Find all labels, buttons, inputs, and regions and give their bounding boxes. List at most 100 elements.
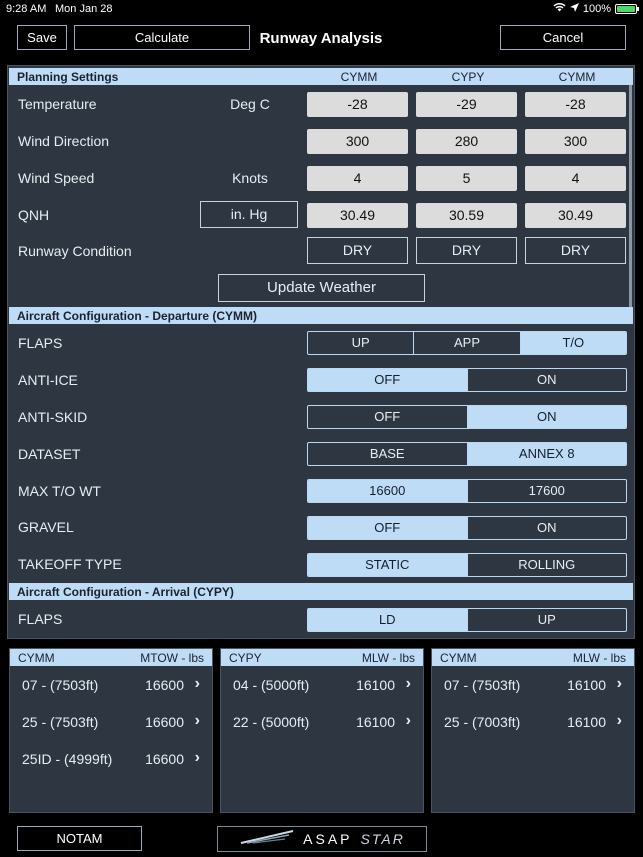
flaps-option-to[interactable]: T/O bbox=[519, 332, 626, 354]
wind-speed-field-2[interactable]: 5 bbox=[416, 166, 517, 191]
section-title: Aircraft Configuration - Departure (CYMM… bbox=[17, 309, 257, 323]
max-to-wt-label: MAX T/O WT bbox=[18, 483, 101, 499]
flaps-label: FLAPS bbox=[18, 335, 63, 351]
max-to-wt-option-16600[interactable]: 16600 bbox=[308, 480, 467, 502]
result-row[interactable]: 25ID - (4999ft) 16600 › bbox=[10, 745, 212, 775]
chevron-right-icon: › bbox=[616, 675, 622, 692]
arrival-flaps-segmented-control: LD UP bbox=[307, 608, 627, 632]
airport-column-1: CYMM bbox=[340, 70, 378, 84]
result-row[interactable]: 22 - (5000ft) 16100 › bbox=[221, 708, 423, 738]
weight-value: 16100 bbox=[356, 677, 395, 693]
settings-panel[interactable]: Planning Settings CYMM CYPY CYMM Tempera… bbox=[7, 65, 635, 639]
arrival-flaps-option-ld[interactable]: LD bbox=[308, 609, 467, 631]
gravel-option-on[interactable]: ON bbox=[466, 517, 627, 539]
airport-column-3: CYMM bbox=[558, 70, 596, 84]
result-row[interactable]: 25 - (7503ft) 16600 › bbox=[10, 708, 212, 738]
temperature-label: Temperature bbox=[18, 96, 97, 112]
result-row[interactable]: 25 - (7003ft) 16100 › bbox=[432, 708, 634, 738]
chevron-right-icon: › bbox=[194, 749, 200, 766]
arrival-flaps-option-up[interactable]: UP bbox=[466, 609, 627, 631]
result-row[interactable]: 07 - (7503ft) 16600 › bbox=[10, 671, 212, 701]
results-metric: MLW - lbs bbox=[361, 651, 415, 665]
wind-direction-field-3[interactable]: 300 bbox=[525, 129, 626, 154]
results-metric: MLW - lbs bbox=[572, 651, 626, 665]
status-time: 9:28 AM bbox=[6, 3, 47, 15]
anti-skid-segmented-control: OFF ON bbox=[307, 405, 627, 429]
status-bar: 9:28 AM Mon Jan 28 100% bbox=[0, 0, 643, 18]
takeoff-type-segmented-control: STATIC ROLLING bbox=[307, 553, 627, 577]
runway-condition-button-3[interactable]: DRY bbox=[525, 237, 626, 264]
result-row[interactable]: 04 - (5000ft) 16100 › bbox=[221, 671, 423, 701]
dataset-segmented-control: BASE ANNEX 8 bbox=[307, 442, 627, 466]
weight-value: 16600 bbox=[145, 677, 184, 693]
results-panel-arrival: CYPY MLW - lbs 04 - (5000ft) 16100 › 22 … bbox=[220, 648, 424, 813]
anti-skid-option-on[interactable]: ON bbox=[466, 406, 626, 428]
runway-condition-button-1[interactable]: DRY bbox=[307, 237, 408, 264]
save-button[interactable]: Save bbox=[17, 25, 67, 50]
qnh-field-2[interactable]: 30.59 bbox=[416, 203, 517, 228]
temperature-field-1[interactable]: -28 bbox=[307, 92, 408, 117]
location-arrow-icon bbox=[569, 2, 579, 15]
calculate-button[interactable]: Calculate bbox=[74, 25, 250, 50]
flaps-option-app[interactable]: APP bbox=[413, 332, 519, 354]
battery-percent: 100% bbox=[582, 2, 611, 15]
flaps-option-up[interactable]: UP bbox=[308, 332, 413, 354]
temperature-field-3[interactable]: -28 bbox=[525, 92, 626, 117]
runway-label: 25ID - (4999ft) bbox=[22, 751, 113, 767]
wind-direction-field-1[interactable]: 300 bbox=[307, 129, 408, 154]
temperature-field-2[interactable]: -29 bbox=[416, 92, 517, 117]
bottom-bar: NOTAM ASAP STAR bbox=[0, 820, 643, 857]
weight-value: 16600 bbox=[145, 714, 184, 730]
anti-skid-option-off[interactable]: OFF bbox=[308, 406, 467, 428]
scrollbar[interactable] bbox=[629, 70, 632, 310]
results-header: CYMM MTOW - lbs bbox=[10, 649, 212, 666]
asap-star-logo: ASAP STAR bbox=[217, 826, 427, 852]
update-weather-button[interactable]: Update Weather bbox=[218, 274, 425, 302]
departure-config-header: Aircraft Configuration - Departure (CYMM… bbox=[9, 307, 633, 324]
runway-label: 22 - (5000ft) bbox=[233, 714, 310, 730]
wind-speed-field-3[interactable]: 4 bbox=[525, 166, 626, 191]
section-title: Planning Settings bbox=[17, 70, 119, 84]
anti-ice-label: ANTI-ICE bbox=[18, 372, 78, 388]
cancel-button[interactable]: Cancel bbox=[500, 25, 626, 50]
temperature-unit: Deg C bbox=[230, 96, 270, 112]
runway-label: 25 - (7503ft) bbox=[22, 714, 99, 730]
qnh-unit-button[interactable]: in. Hg bbox=[200, 201, 298, 228]
qnh-field-3[interactable]: 30.49 bbox=[525, 203, 626, 228]
gravel-label: GRAVEL bbox=[18, 519, 74, 535]
wind-direction-field-2[interactable]: 280 bbox=[416, 129, 517, 154]
runway-label: 07 - (7503ft) bbox=[444, 677, 521, 693]
results-header: CYMM MLW - lbs bbox=[432, 649, 634, 666]
max-to-wt-segmented-control: 16600 17600 bbox=[307, 479, 627, 503]
dataset-option-base[interactable]: BASE bbox=[308, 443, 467, 465]
anti-ice-option-on[interactable]: ON bbox=[466, 369, 627, 391]
wind-speed-field-1[interactable]: 4 bbox=[307, 166, 408, 191]
airport-column-2: CYPY bbox=[451, 70, 485, 84]
weight-value: 16600 bbox=[145, 751, 184, 767]
chevron-right-icon: › bbox=[194, 675, 200, 692]
dataset-option-annex-8[interactable]: ANNEX 8 bbox=[466, 443, 626, 465]
runway-condition-button-2[interactable]: DRY bbox=[416, 237, 517, 264]
anti-ice-option-off[interactable]: OFF bbox=[308, 369, 467, 391]
status-right: 100% bbox=[553, 2, 639, 15]
runway-label: 07 - (7503ft) bbox=[22, 677, 99, 693]
chevron-right-icon: › bbox=[616, 712, 622, 729]
weight-value: 16100 bbox=[567, 677, 606, 693]
takeoff-type-option-static[interactable]: STATIC bbox=[308, 554, 467, 576]
notam-button[interactable]: NOTAM bbox=[17, 826, 142, 851]
page-title: Runway Analysis bbox=[259, 30, 383, 47]
section-title: Aircraft Configuration - Arrival (CYPY) bbox=[17, 585, 234, 599]
results-panel-departure: CYMM MTOW - lbs 07 - (7503ft) 16600 › 25… bbox=[9, 648, 213, 813]
top-toolbar: Save Calculate Runway Analysis Cancel bbox=[0, 18, 643, 60]
weight-value: 16100 bbox=[567, 714, 606, 730]
gravel-option-off[interactable]: OFF bbox=[308, 517, 467, 539]
wind-direction-label: Wind Direction bbox=[18, 133, 110, 149]
qnh-field-1[interactable]: 30.49 bbox=[307, 203, 408, 228]
takeoff-type-option-rolling[interactable]: ROLLING bbox=[466, 554, 627, 576]
qnh-label: QNH bbox=[18, 207, 50, 223]
result-row[interactable]: 07 - (7503ft) 16100 › bbox=[432, 671, 634, 701]
logo-text-asap: ASAP bbox=[303, 831, 353, 847]
status-date: Mon Jan 28 bbox=[55, 3, 113, 15]
max-to-wt-option-17600[interactable]: 17600 bbox=[466, 480, 627, 502]
results-metric: MTOW - lbs bbox=[140, 651, 204, 665]
